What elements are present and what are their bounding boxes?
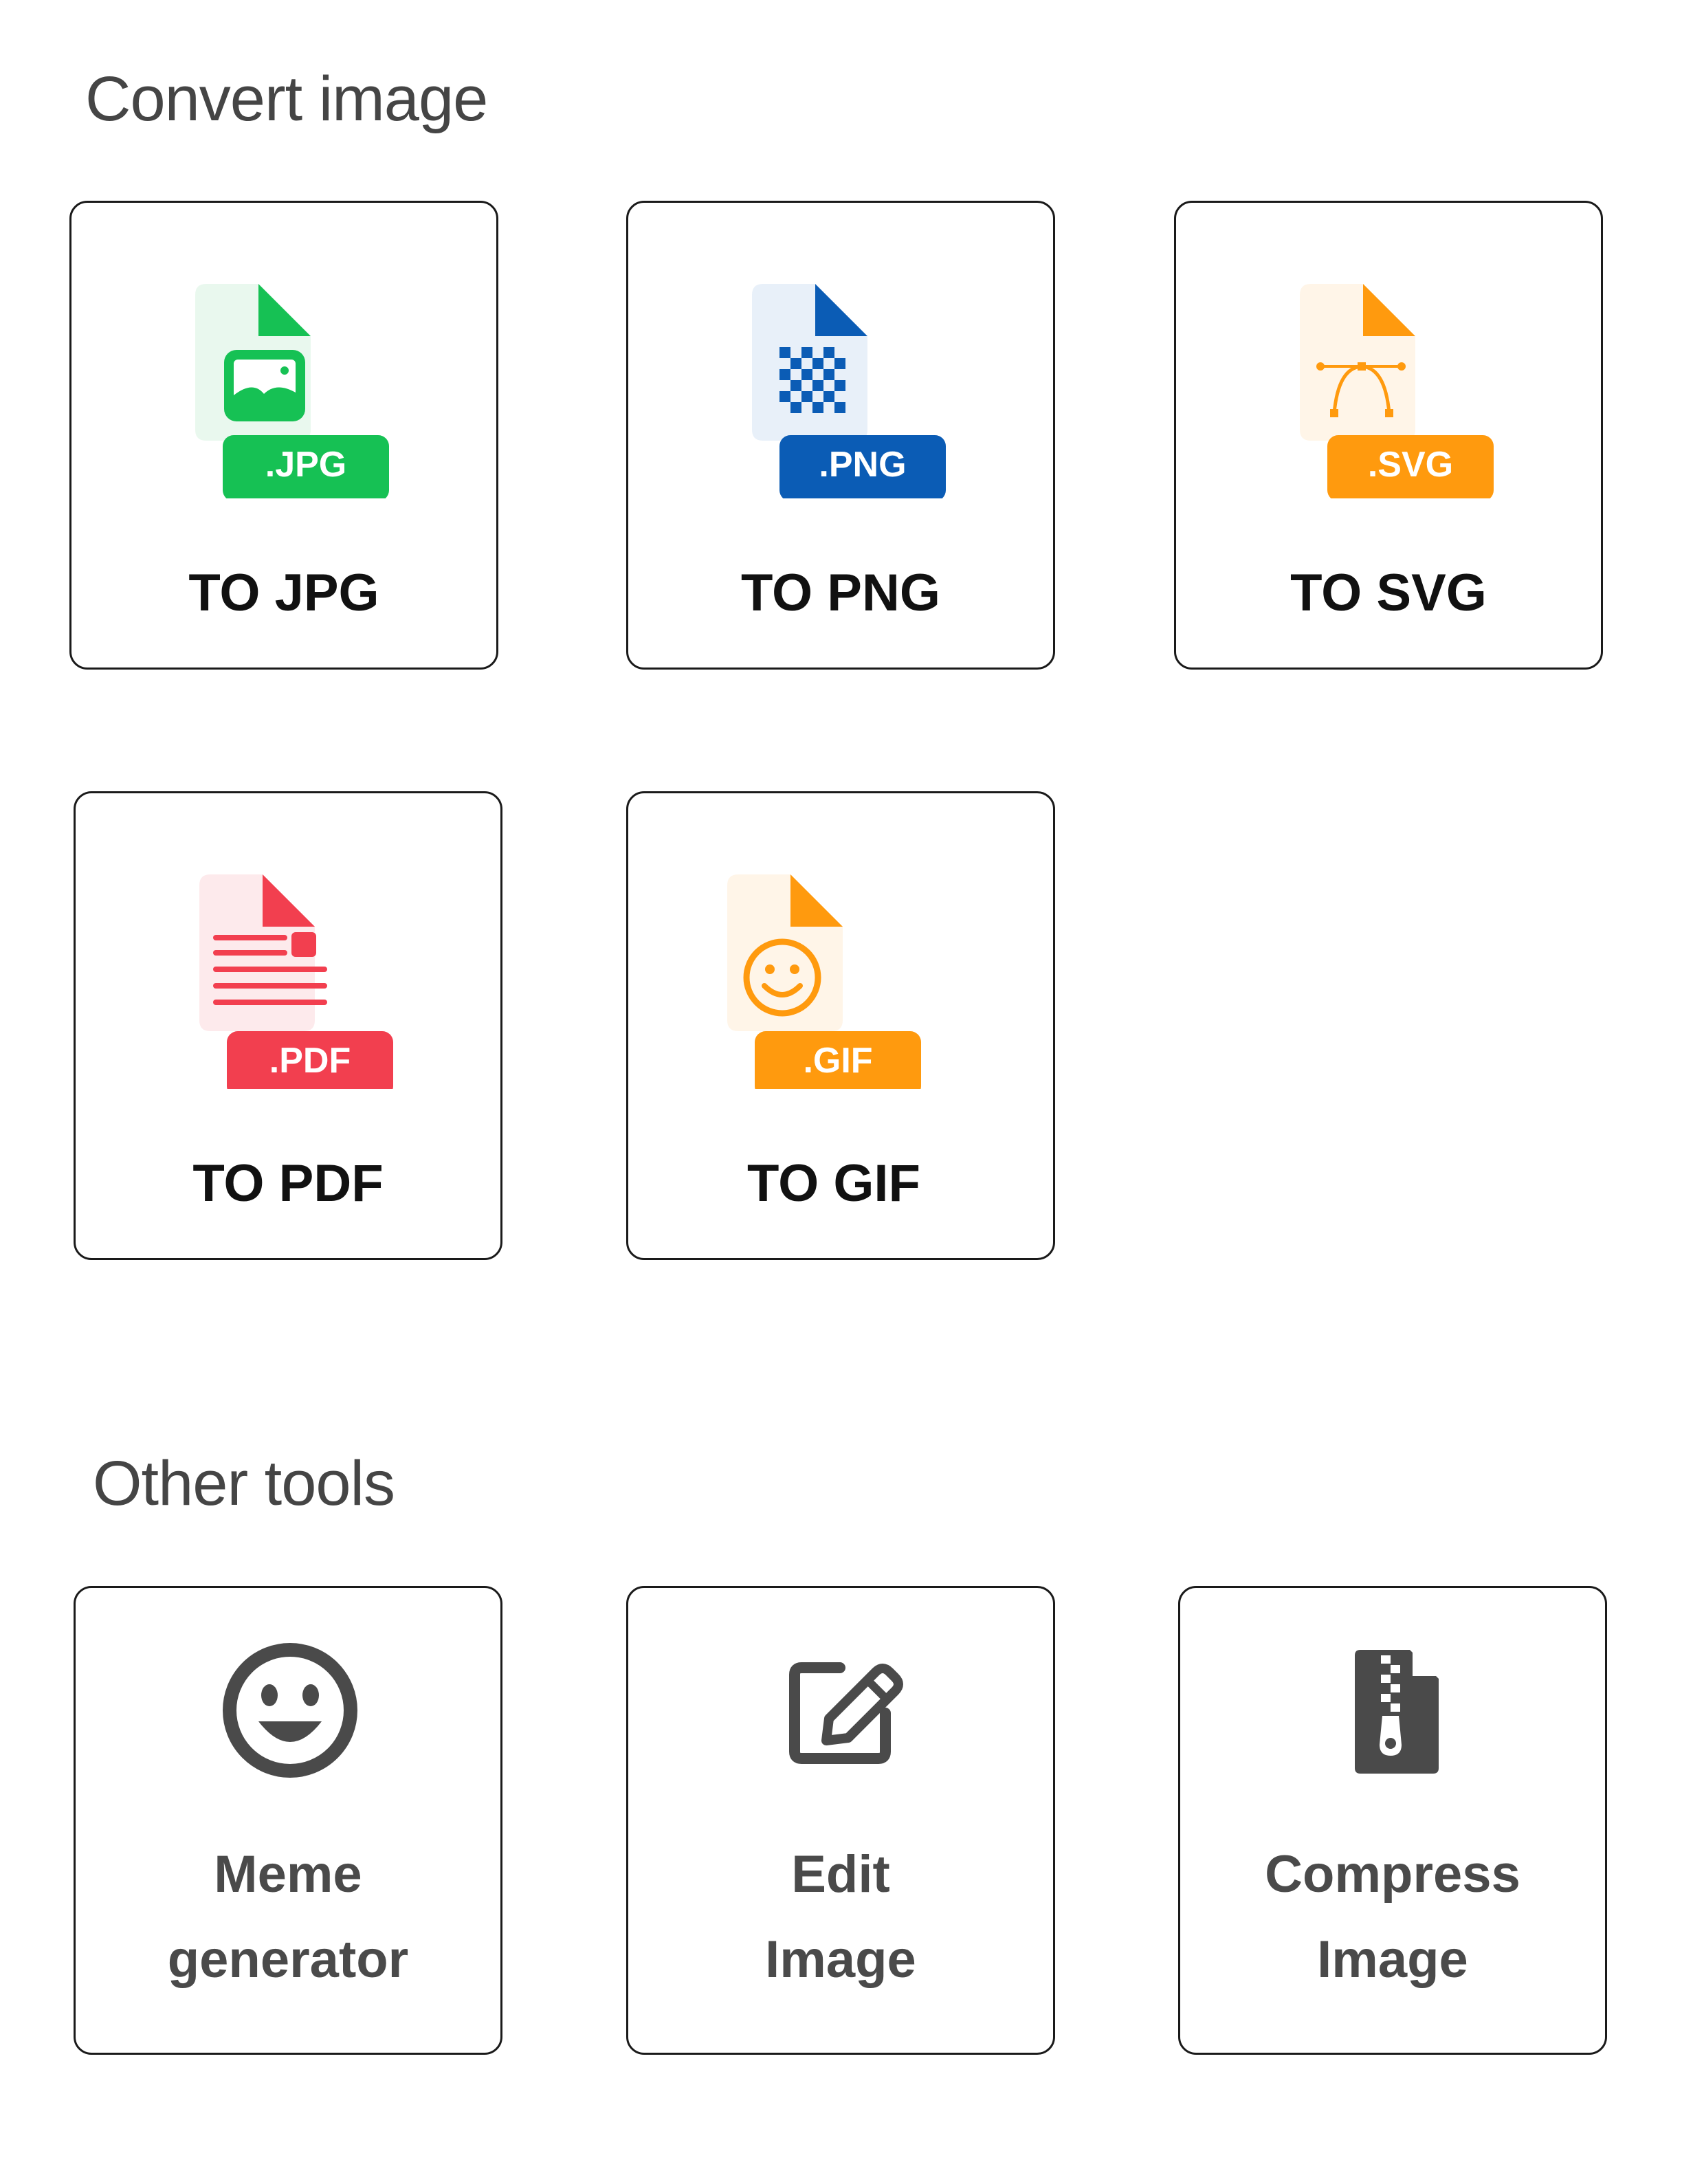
to-gif-card[interactable]: .GIF TO GIF <box>626 791 1055 1260</box>
smiley-face-icon <box>221 1642 359 1779</box>
jpg-file-icon: .JPG <box>176 278 396 498</box>
pdf-badge: .PDF <box>269 1041 351 1081</box>
convert-section-title: Convert image <box>85 64 488 134</box>
to-png-card[interactable]: .PNG TO PNG <box>626 201 1055 670</box>
to-png-label: TO PNG <box>741 564 940 622</box>
png-badge: .PNG <box>819 445 906 485</box>
to-svg-card[interactable]: .SVG TO SVG <box>1174 201 1603 670</box>
gif-badge: .GIF <box>803 1041 872 1081</box>
meme-generator-label: Meme generator <box>167 1845 409 1989</box>
to-jpg-label: TO JPG <box>188 564 379 622</box>
to-pdf-card[interactable]: .PDF TO PDF <box>74 791 502 1260</box>
svg-file-icon: .SVG <box>1281 278 1501 498</box>
to-jpg-card[interactable]: .JPG TO JPG <box>69 201 498 670</box>
to-gif-label: TO GIF <box>747 1154 920 1213</box>
edit-image-card[interactable]: Edit Image <box>626 1586 1055 2055</box>
meme-generator-card[interactable]: Meme generator <box>74 1586 502 2055</box>
png-file-icon: .PNG <box>733 278 953 498</box>
to-svg-label: TO SVG <box>1290 564 1487 622</box>
zip-file-icon <box>1326 1642 1463 1779</box>
jpg-badge: .JPG <box>265 445 347 485</box>
edit-pencil-icon <box>774 1642 911 1779</box>
pdf-file-icon: .PDF <box>180 869 400 1089</box>
other-tools-section-title: Other tools <box>93 1448 395 1519</box>
svg-badge: .SVG <box>1368 445 1453 485</box>
compress-image-label: Compress Image <box>1265 1845 1520 1989</box>
edit-image-label: Edit Image <box>765 1845 916 1989</box>
gif-file-icon: .GIF <box>708 869 928 1089</box>
compress-image-card[interactable]: Compress Image <box>1178 1586 1607 2055</box>
to-pdf-label: TO PDF <box>192 1154 384 1213</box>
